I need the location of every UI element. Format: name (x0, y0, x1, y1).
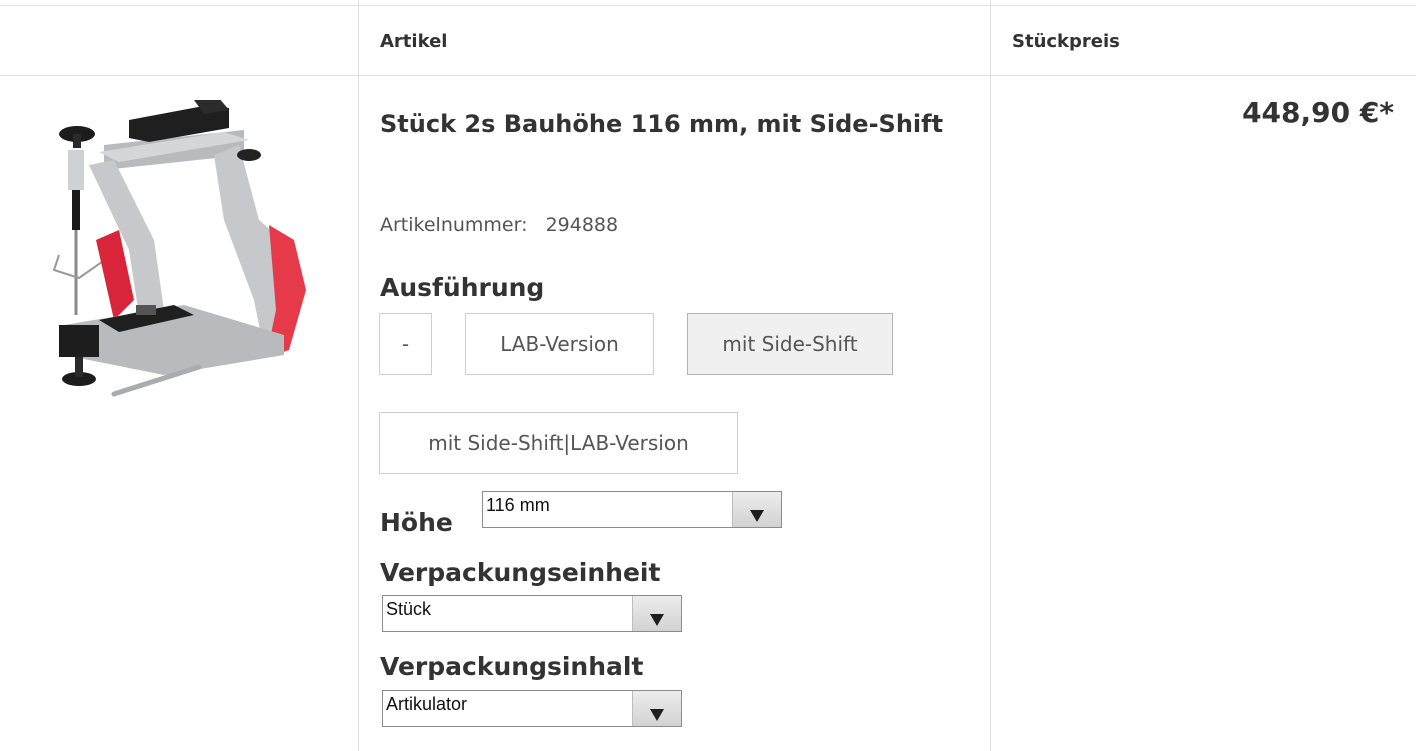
articulator-product-image[interactable] (44, 100, 314, 410)
hoehe-select[interactable]: 116 mm (482, 491, 782, 528)
verpackungseinheit-select-value: Stück (386, 599, 432, 619)
variant-label-verpackungseinheit: Verpackungseinheit (380, 558, 661, 587)
product-title[interactable]: Stück 2s Bauhöhe 116 mm, mit Side-Shift (380, 107, 980, 141)
variant-option-side-shift-lab-version[interactable]: mit Side-Shift|LAB-Version (379, 412, 738, 474)
verpackungsinhalt-select-value: Artikulator (386, 694, 468, 714)
variant-label-hoehe: Höhe (380, 508, 453, 537)
variant-option-side-shift[interactable]: mit Side-Shift (687, 313, 893, 375)
dropdown-arrow-icon[interactable] (632, 596, 681, 631)
column-header-article: Artikel (380, 31, 448, 52)
column-divider (990, 0, 991, 751)
header-bottom-border (0, 75, 1416, 76)
variant-option-none[interactable]: - (379, 313, 432, 375)
variant-label-verpackungsinhalt: Verpackungsinhalt (380, 652, 644, 681)
column-divider (358, 0, 359, 751)
column-header-unit-price: Stückpreis (1012, 31, 1120, 52)
article-number-value: 294888 (545, 214, 619, 236)
variant-option-lab-version[interactable]: LAB-Version (465, 313, 654, 375)
article-number-label: Artikelnummer: (380, 214, 528, 236)
unit-price: 448,90 €* (1242, 96, 1394, 129)
hoehe-select-value: 116 mm (486, 495, 550, 515)
variant-label-ausfuehrung: Ausführung (380, 273, 545, 302)
header-top-border (0, 5, 1416, 6)
cart-table: Artikel Stückpreis Stück 2s Bauhöhe 116 … (0, 0, 1416, 751)
dropdown-arrow-icon[interactable] (732, 492, 781, 527)
verpackungseinheit-select[interactable]: Stück (382, 595, 682, 632)
dropdown-arrow-icon[interactable] (632, 691, 681, 726)
article-number: Artikelnummer: 294888 (380, 214, 618, 236)
verpackungsinhalt-select[interactable]: Artikulator (382, 690, 682, 727)
